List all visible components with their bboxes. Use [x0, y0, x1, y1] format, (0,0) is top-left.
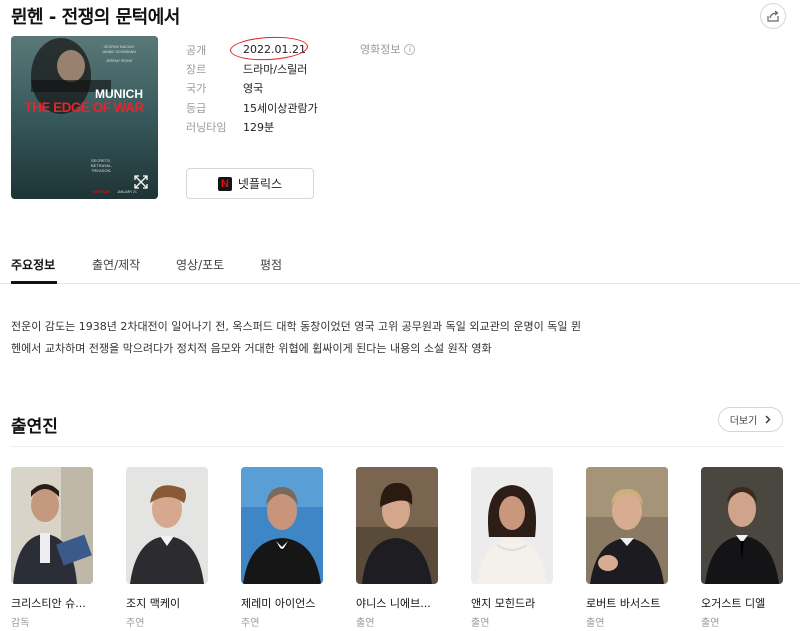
info-value: 15세이상관람가 — [243, 101, 318, 115]
cast-role: 출연 — [471, 618, 490, 629]
tab-cast-crew[interactable]: 출연/제작 — [92, 256, 140, 273]
poster-title-line1: MUNICH — [95, 87, 143, 101]
cast-photo — [241, 467, 323, 584]
synopsis: 전운이 감도는 1938년 2차대전이 일어나기 전, 옥스퍼드 대학 동창이었… — [11, 316, 601, 360]
cast-card[interactable]: 오거스트 디엘 출연 — [701, 467, 783, 629]
cast-section-title: 출연진 — [11, 417, 58, 437]
info-row-runtime: 러닝타임 129분 — [186, 117, 318, 136]
tab-ratings[interactable]: 평점 — [260, 256, 282, 273]
cast-role: 주연 — [241, 618, 260, 629]
netflix-logo: N — [217, 176, 232, 191]
divider — [11, 446, 783, 447]
poster-cast-line2: JANNIK SCHÜMANN — [102, 50, 136, 54]
cast-role: 출연 — [701, 618, 720, 629]
cast-card[interactable]: 로버트 바서스트 출연 — [586, 467, 668, 629]
active-tab-indicator — [11, 281, 57, 284]
tab-main-info[interactable]: 주요정보 — [11, 256, 55, 273]
info-value: 영국 — [243, 82, 264, 96]
cast-card[interactable]: 앤지 모힌드라 출연 — [471, 467, 553, 629]
info-label: 러닝타임 — [186, 120, 227, 134]
cast-role: 출연 — [356, 618, 375, 629]
cast-name: 제레미 아이언스 — [241, 597, 316, 610]
poster-cast-line3: JEREMY IRONS — [106, 59, 133, 63]
poster-brand: NETFLIX — [93, 189, 110, 194]
cast-card[interactable]: 제레미 아이언스 주연 — [241, 467, 323, 629]
info-row-rating: 등급 15세이상관람가 — [186, 98, 318, 117]
info-value: 129분 — [243, 120, 275, 134]
cast-photo — [11, 467, 93, 584]
synopsis-line: 전운이 감도는 1938년 2차대전이 일어나기 전, 옥스퍼드 대학 동창이었… — [11, 320, 582, 333]
cast-name: 크리스티안 슈... — [11, 597, 86, 610]
cast-card[interactable]: 크리스티안 슈... 감독 — [11, 467, 93, 629]
share-button[interactable] — [760, 3, 786, 29]
poster-cast-line1: GEORGE MACKAY — [104, 45, 136, 49]
info-label: 장르 — [186, 62, 207, 76]
cast-photo — [701, 467, 783, 584]
movie-info-label: 영화정보 — [360, 43, 401, 56]
info-icon: i — [404, 43, 416, 55]
cast-card[interactable]: 야니스 니에브... 출연 — [356, 467, 438, 629]
info-row-country: 국가 영국 — [186, 79, 318, 98]
synopsis-line: 헨에서 교차하며 전쟁을 막으려다가 정치적 음모와 거대한 위협에 휩싸이게 … — [11, 342, 492, 355]
poster-brand-date: JANUARY 21 — [117, 190, 137, 194]
info-row-genre: 장르 드라마/스릴러 — [186, 59, 318, 78]
info-label: 국가 — [186, 82, 207, 96]
share-icon — [767, 10, 779, 22]
movie-poster[interactable]: GEORGE MACKAY JANNIK SCHÜMANN JEREMY IRO… — [11, 36, 158, 199]
cast-role: 출연 — [586, 618, 605, 629]
cast-photo — [356, 467, 438, 584]
info-value: 드라마/스릴러 — [243, 62, 308, 76]
page-title: 뮌헨 - 전쟁의 문턱에서 — [11, 7, 180, 28]
cast-name: 야니스 니에브... — [356, 597, 431, 610]
chevron-right-icon — [765, 415, 771, 424]
cast-photo — [126, 467, 208, 584]
cast-photo — [586, 467, 668, 584]
cast-photo — [471, 467, 553, 584]
cast-name: 조지 맥케이 — [126, 597, 181, 610]
tab-video-photo[interactable]: 영상/포토 — [176, 256, 224, 273]
movie-info-link[interactable]: 영화정보 i — [360, 41, 416, 57]
netflix-label: 넷플릭스 — [237, 177, 283, 191]
netflix-watch-button[interactable]: N 넷플릭스 — [186, 168, 314, 199]
poster-tagline3: TREASON. — [91, 168, 111, 173]
cast-card[interactable]: 조지 맥케이 주연 — [126, 467, 208, 629]
cast-role: 주연 — [126, 618, 145, 629]
cast-name: 앤지 모힌드라 — [471, 597, 536, 610]
cast-name: 오거스트 디엘 — [701, 597, 766, 610]
info-label: 등급 — [186, 101, 207, 115]
more-button[interactable]: 더보기 — [718, 407, 783, 432]
tab-bar: 주요정보 출연/제작 영상/포토 평점 — [0, 246, 800, 284]
cast-role: 감독 — [11, 618, 30, 629]
more-label: 더보기 — [729, 416, 758, 427]
poster-title-line2: THE EDGE OF WAR — [24, 100, 144, 115]
cast-name: 로버트 바서스트 — [586, 597, 661, 610]
